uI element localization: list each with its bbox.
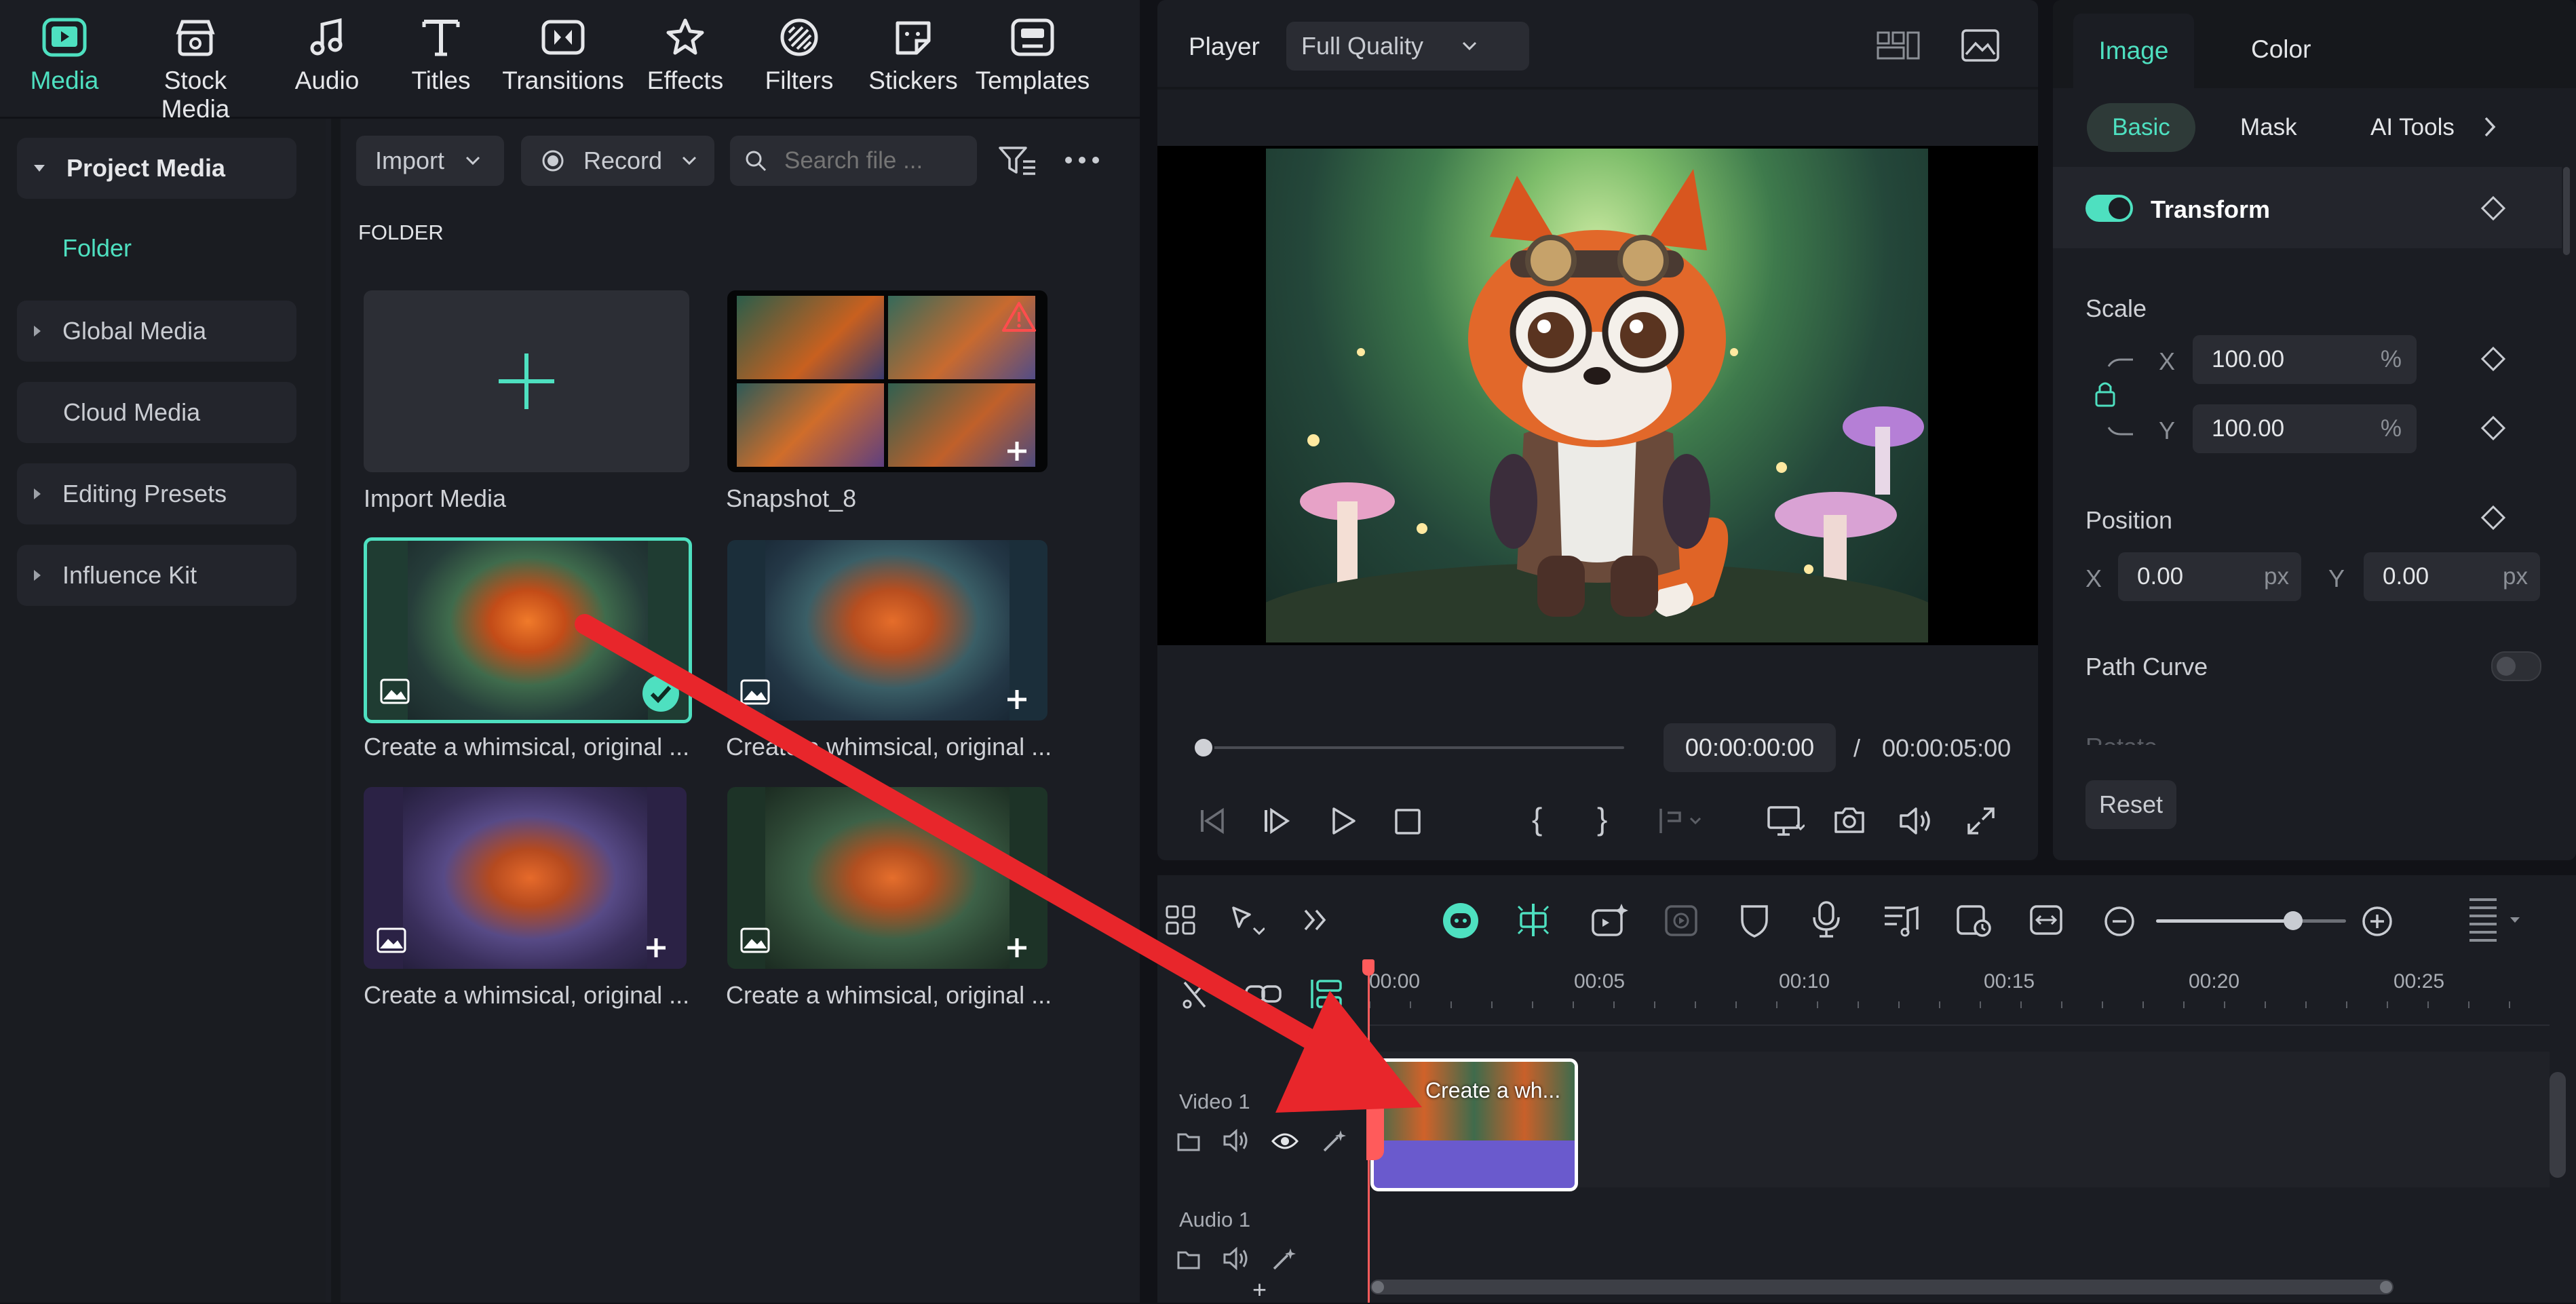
annotation-arrow [575,614,1422,1113]
